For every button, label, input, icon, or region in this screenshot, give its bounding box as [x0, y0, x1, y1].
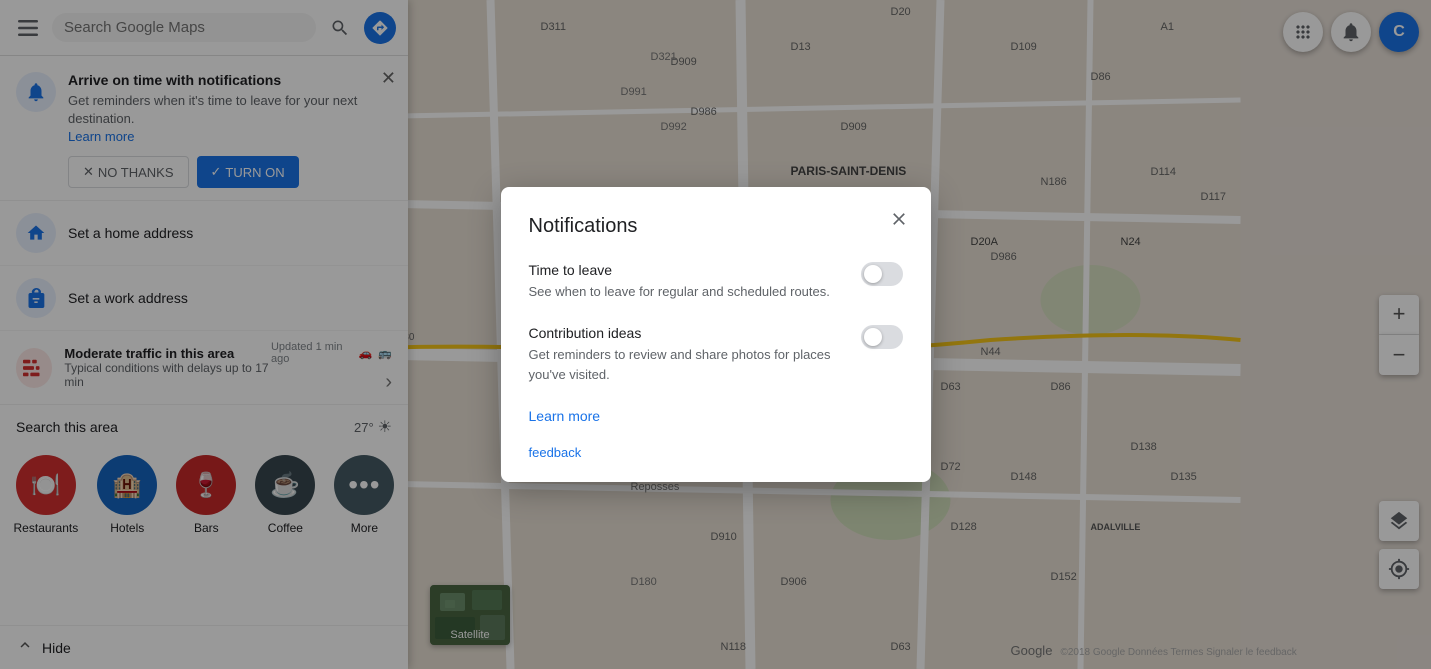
time-to-leave-row: Time to leave See when to leave for regu… — [529, 262, 903, 302]
time-to-leave-toggle-knob — [864, 265, 882, 283]
contribution-ideas-text: Contribution ideas Get reminders to revi… — [529, 325, 841, 384]
modal-overlay[interactable]: Notifications Time to leave See when to … — [0, 0, 1431, 669]
notifications-modal: Notifications Time to leave See when to … — [501, 187, 931, 483]
modal-close-button[interactable] — [883, 203, 915, 235]
contribution-ideas-toggle-knob — [864, 328, 882, 346]
contribution-ideas-description: Get reminders to review and share photos… — [529, 345, 841, 384]
time-to-leave-text: Time to leave See when to leave for regu… — [529, 262, 830, 302]
contribution-ideas-title: Contribution ideas — [529, 325, 841, 341]
time-to-leave-toggle[interactable] — [861, 262, 903, 286]
time-to-leave-description: See when to leave for regular and schedu… — [529, 282, 830, 302]
modal-feedback-link[interactable]: feedback — [529, 445, 582, 460]
contribution-ideas-toggle[interactable] — [861, 325, 903, 349]
time-to-leave-title: Time to leave — [529, 262, 830, 278]
modal-learn-more-link[interactable]: Learn more — [529, 408, 903, 424]
contribution-ideas-row: Contribution ideas Get reminders to revi… — [529, 325, 903, 384]
modal-title: Notifications — [529, 215, 903, 238]
